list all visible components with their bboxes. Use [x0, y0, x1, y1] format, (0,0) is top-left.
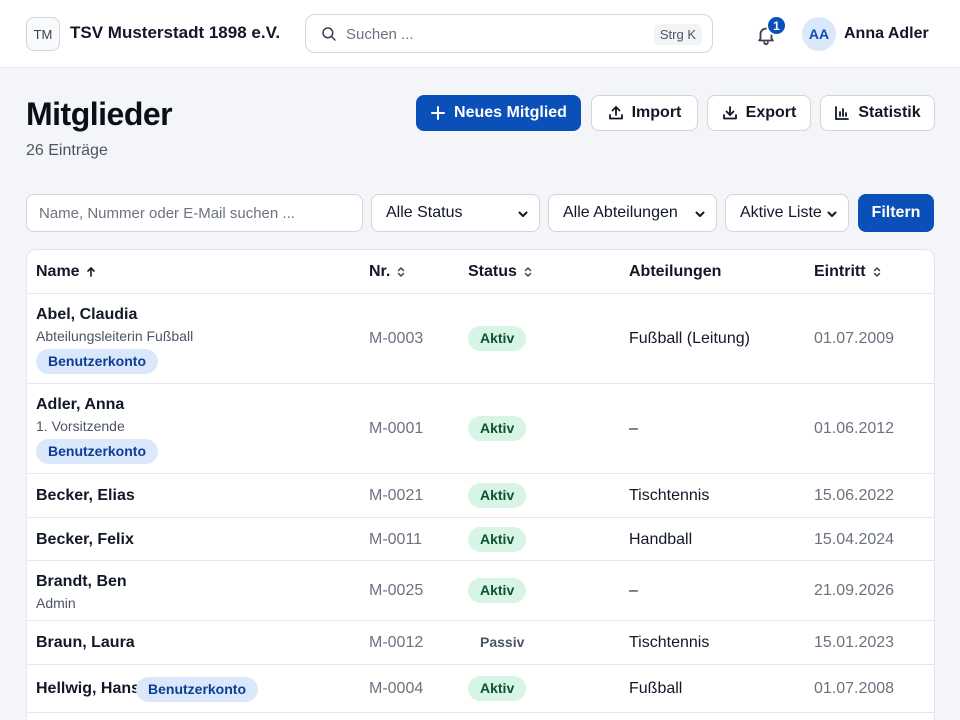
column-header-number-label: Nr. — [369, 263, 391, 280]
global-search-input[interactable] — [346, 23, 636, 45]
member-name[interactable]: Brandt, Ben — [36, 573, 127, 591]
table-row[interactable]: Brandt, Ben Admin M-0025 Aktiv – 21.09.2… — [27, 560, 934, 620]
member-joined: 15.06.2022 — [814, 487, 895, 504]
export-button[interactable]: Export — [707, 95, 811, 131]
member-number: M-0001 — [369, 420, 424, 437]
member-number: M-0003 — [369, 330, 424, 347]
import-label: Import — [631, 104, 682, 121]
member-search-input[interactable] — [26, 194, 363, 232]
statistics-button[interactable]: Statistik — [820, 95, 935, 131]
member-joined: 21.09.2026 — [814, 582, 895, 599]
table-row[interactable] — [27, 712, 934, 720]
new-member-label: Neues Mitglied — [454, 104, 567, 121]
top-bar: TM TSV Musterstadt 1898 e.V. Strg K 1 AA… — [0, 0, 960, 68]
new-member-button[interactable]: Neues Mitglied — [416, 95, 581, 131]
user-name[interactable]: Anna Adler — [844, 25, 929, 43]
column-header-name[interactable]: Name — [36, 263, 97, 281]
list-select-value: Aktive Liste — [740, 204, 822, 221]
column-header-joined[interactable]: Eintritt — [814, 263, 883, 281]
member-name[interactable]: Becker, Felix — [36, 531, 134, 549]
status-badge: Aktiv — [468, 578, 527, 603]
list-select[interactable]: Aktive Liste — [725, 194, 849, 232]
account-badge: Benutzerkonto — [36, 349, 158, 374]
column-header-status-label: Status — [468, 263, 517, 280]
column-header-number[interactable]: Nr. — [369, 263, 407, 281]
member-departments: – — [629, 420, 638, 437]
club-logo[interactable]: TM — [26, 17, 60, 51]
statistics-label: Statistik — [858, 104, 921, 121]
upload-icon — [608, 106, 623, 120]
chevron-down-icon — [695, 211, 705, 217]
page-title: Mitglieder — [26, 96, 173, 132]
member-role: 1. Vorsitzende — [36, 418, 125, 434]
member-name[interactable]: Adler, Anna — [36, 396, 124, 414]
member-number: M-0011 — [369, 531, 423, 548]
member-departments: Handball — [629, 531, 693, 548]
search-shortcut-hint: Strg K — [653, 24, 702, 45]
table-row[interactable]: Becker, Elias M-0021 Aktiv Tischtennis 1… — [27, 473, 934, 517]
bar-chart-icon — [835, 106, 850, 120]
member-joined: 01.06.2012 — [814, 420, 895, 437]
member-number: M-0012 — [369, 634, 424, 651]
arrow-up-icon — [86, 267, 95, 277]
table-row[interactable]: Braun, Laura M-0012 Passiv Tischtennis 1… — [27, 620, 934, 664]
status-badge: Aktiv — [468, 676, 527, 701]
status-badge: Aktiv — [468, 416, 527, 441]
member-departments: Fußball — [629, 680, 683, 697]
table-row[interactable]: Adler, Anna 1. Vorsitzende Benutzerkonto… — [27, 383, 934, 473]
member-joined: 15.04.2024 — [814, 531, 895, 548]
member-number: M-0021 — [369, 487, 424, 504]
table-row[interactable]: Hellwig, Hans Benutzerkonto M-0004 Aktiv… — [27, 664, 934, 712]
member-role: Admin — [36, 595, 76, 611]
member-joined: 15.01.2023 — [814, 634, 895, 651]
import-button[interactable]: Import — [591, 95, 698, 131]
members-table: Name Nr. Status Abteilungen Eintritt Abe… — [26, 249, 935, 720]
table-row[interactable]: Abel, Claudia Abteilungsleiterin Fußball… — [27, 293, 934, 383]
status-select-value: Alle Status — [386, 204, 463, 221]
account-badge: Benutzerkonto — [36, 439, 158, 464]
column-header-departments-label: Abteilungen — [629, 263, 722, 280]
plus-icon — [431, 106, 446, 120]
status-badge: Aktiv — [468, 326, 527, 351]
member-role: Abteilungsleiterin Fußball — [36, 328, 194, 344]
export-label: Export — [745, 104, 797, 121]
status-badge: Aktiv — [468, 483, 527, 508]
member-number: M-0004 — [369, 680, 424, 697]
club-name[interactable]: TSV Musterstadt 1898 e.V. — [70, 23, 280, 43]
member-joined: 01.07.2008 — [814, 680, 895, 697]
filter-button[interactable]: Filtern — [858, 194, 934, 232]
column-header-name-label: Name — [36, 263, 80, 280]
sort-icon — [398, 267, 405, 277]
search-icon — [322, 27, 336, 41]
member-departments: – — [629, 582, 638, 599]
sort-icon — [873, 267, 880, 277]
column-header-status[interactable]: Status — [468, 263, 534, 281]
download-icon — [722, 106, 737, 120]
table-row[interactable]: Becker, Felix M-0011 Aktiv Handball 15.0… — [27, 517, 934, 560]
global-search[interactable]: Strg K — [305, 14, 713, 53]
member-name[interactable]: Abel, Claudia — [36, 306, 137, 324]
notification-count-badge: 1 — [766, 15, 787, 36]
member-name[interactable]: Braun, Laura — [36, 634, 135, 652]
status-badge: Aktiv — [468, 527, 527, 552]
department-select-value: Alle Abteilungen — [563, 204, 678, 221]
account-badge: Benutzerkonto — [136, 677, 258, 702]
user-avatar[interactable]: AA — [802, 17, 836, 51]
member-name[interactable]: Hellwig, Hans — [36, 680, 140, 698]
chevron-down-icon — [827, 211, 837, 217]
member-departments: Tischtennis — [629, 634, 710, 651]
member-joined: 01.07.2009 — [814, 330, 895, 347]
member-name[interactable]: Becker, Elias — [36, 487, 135, 505]
entry-count: 26 Einträge — [26, 142, 108, 159]
status-badge: Passiv — [480, 634, 525, 650]
status-select[interactable]: Alle Status — [371, 194, 540, 232]
department-select[interactable]: Alle Abteilungen — [548, 194, 717, 232]
chevron-down-icon — [518, 211, 528, 217]
member-departments: Tischtennis — [629, 487, 710, 504]
member-number: M-0025 — [369, 582, 424, 599]
sort-icon — [524, 267, 532, 277]
column-header-departments: Abteilungen — [629, 263, 721, 281]
member-departments: Fußball (Leitung) — [629, 330, 750, 347]
column-header-joined-label: Eintritt — [814, 263, 866, 280]
